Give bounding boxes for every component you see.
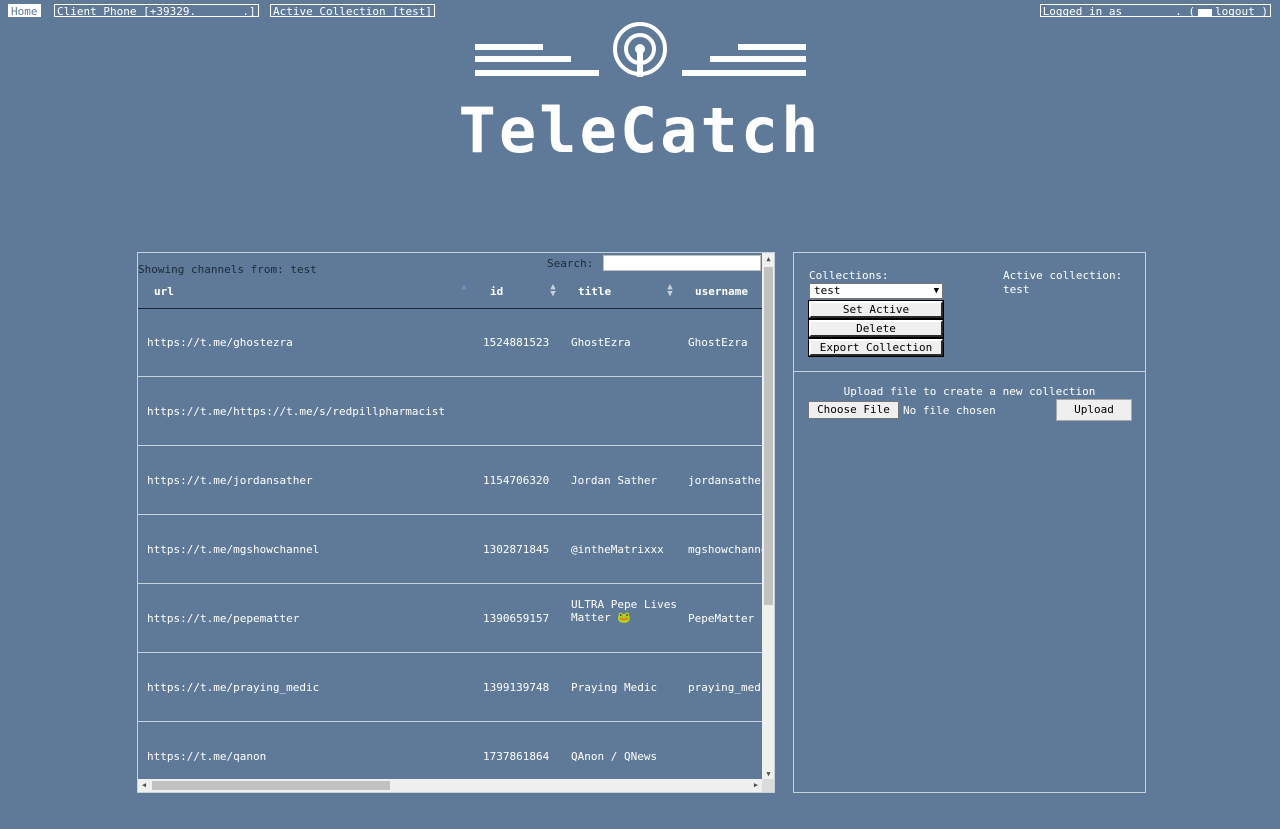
logged-in-status: Logged in as . ( logout ) [1039,4,1271,18]
delete-button[interactable]: Delete [808,319,944,338]
scroll-right-arrow-icon[interactable]: ▶ [750,779,762,792]
table-row: https://t.me/praying_medic 1399139748 Pr… [138,653,762,722]
cell-username: PepeMatter [688,612,755,625]
vertical-scroll-thumb[interactable] [764,267,773,605]
cell-id: 1399139748 [483,681,550,694]
search-label: Search: [547,257,594,270]
cell-url: https://t.me/praying_medic [147,681,320,694]
table-header: url ▲ id ▲ ▼ title ▲ ▼ username [138,277,762,309]
cell-username: jordansather [688,474,762,487]
cell-username: praying_medic [688,681,762,694]
table-row: https://t.me/pepematter 1390659157 ULTRA… [138,584,762,653]
logout-link[interactable]: logout ) [1215,5,1268,18]
upload-label: Upload file to create a new collection [843,385,1096,398]
cell-title: QAnon / QNews [571,750,658,763]
scroll-up-arrow-icon[interactable]: ▲ [762,253,774,265]
scrollbar-corner [762,779,774,792]
cell-id: 1154706320 [483,474,550,487]
table-row: https://t.me/ghostezra 1524881523 GhostE… [138,308,762,377]
sort-url-icon[interactable]: ▲ [460,283,468,292]
choose-file-button[interactable]: Choose File [808,401,899,419]
file-status: No file chosen [903,404,996,417]
upload-button[interactable]: Upload [1056,399,1132,421]
cell-id: 1737861864 [483,750,550,763]
collections-panel: Collections: test ▼ Set Active Delete Exp… [793,252,1146,793]
active-collection-value: test [1003,283,1030,296]
collections-label: Collections: [809,269,889,282]
vertical-scrollbar[interactable]: ▲ ▼ [762,253,774,780]
table-caption: Showing channels from: test [138,263,317,276]
cell-url: https://t.me/qanon [147,750,267,763]
sort-title-icon[interactable]: ▲ ▼ [666,283,674,299]
channels-table-panel: Showing channels from: test Search: url … [137,252,775,793]
cell-url: https://t.me/mgshowchannel [147,543,320,556]
active-collection-label: Active collection: [1003,269,1123,282]
cell-id: 1302871845 [483,543,550,556]
brand-title: TeleCatch [458,94,822,167]
active-collection-link[interactable]: Active Collection [test] [270,4,435,18]
cell-title: GhostEzra [571,336,631,349]
client-phone-link[interactable]: Client Phone [+39329. .] [54,4,259,18]
cell-title: Praying Medic [571,681,658,694]
horizontal-scroll-thumb[interactable] [152,781,390,790]
cell-username: mgshowchannel [688,543,762,556]
column-header-title[interactable]: title [578,285,611,298]
cell-url: https://t.me/pepematter [147,612,300,625]
active-collection-info: Active collection: test [1003,269,1122,297]
collection-select-value: test [814,284,841,297]
sort-id-icon[interactable]: ▲ ▼ [549,283,557,299]
export-collection-button[interactable]: Export Collection [808,338,944,357]
chevron-down-icon: ▼ [933,286,939,296]
cell-username: GhostEzra [688,336,748,349]
cell-title: Jordan Sather [571,474,658,487]
cell-url: https://t.me/https://t.me/s/redpillpharm… [147,405,446,418]
logged-in-text: Logged in as . ( [1042,5,1196,18]
cell-id: 1390659157 [483,612,550,625]
table-body: https://t.me/ghostezra 1524881523 GhostE… [138,308,762,791]
table-row: https://t.me/mgshowchannel 1302871845 @i… [138,515,762,584]
cell-url: https://t.me/jordansather [147,474,313,487]
table-row: https://t.me/https://t.me/s/redpillpharm… [138,377,762,446]
column-header-id[interactable]: id [490,285,503,298]
cell-title: ULTRA Pepe Lives Matter 🐸 [571,598,677,624]
table-row: https://t.me/jordansather 1154706320 Jor… [138,446,762,515]
column-header-username[interactable]: username [695,285,748,298]
cell-title: @intheMatrixxx [571,543,664,556]
horizontal-scrollbar[interactable]: ◀ ▶ [138,779,762,792]
column-header-url[interactable]: url [154,285,174,298]
collections-section: Collections: test ▼ Set Active Delete Exp… [794,253,1145,372]
home-link[interactable]: Home [8,4,41,18]
cell-id: 1524881523 [483,336,550,349]
set-active-button[interactable]: Set Active [808,300,944,319]
cell-url: https://t.me/ghostezra [147,336,293,349]
user-icon [1198,8,1213,16]
collection-select[interactable]: test ▼ [809,283,943,299]
antenna-logo-icon [475,22,806,77]
scroll-left-arrow-icon[interactable]: ◀ [138,779,150,792]
search-input[interactable] [603,255,761,271]
